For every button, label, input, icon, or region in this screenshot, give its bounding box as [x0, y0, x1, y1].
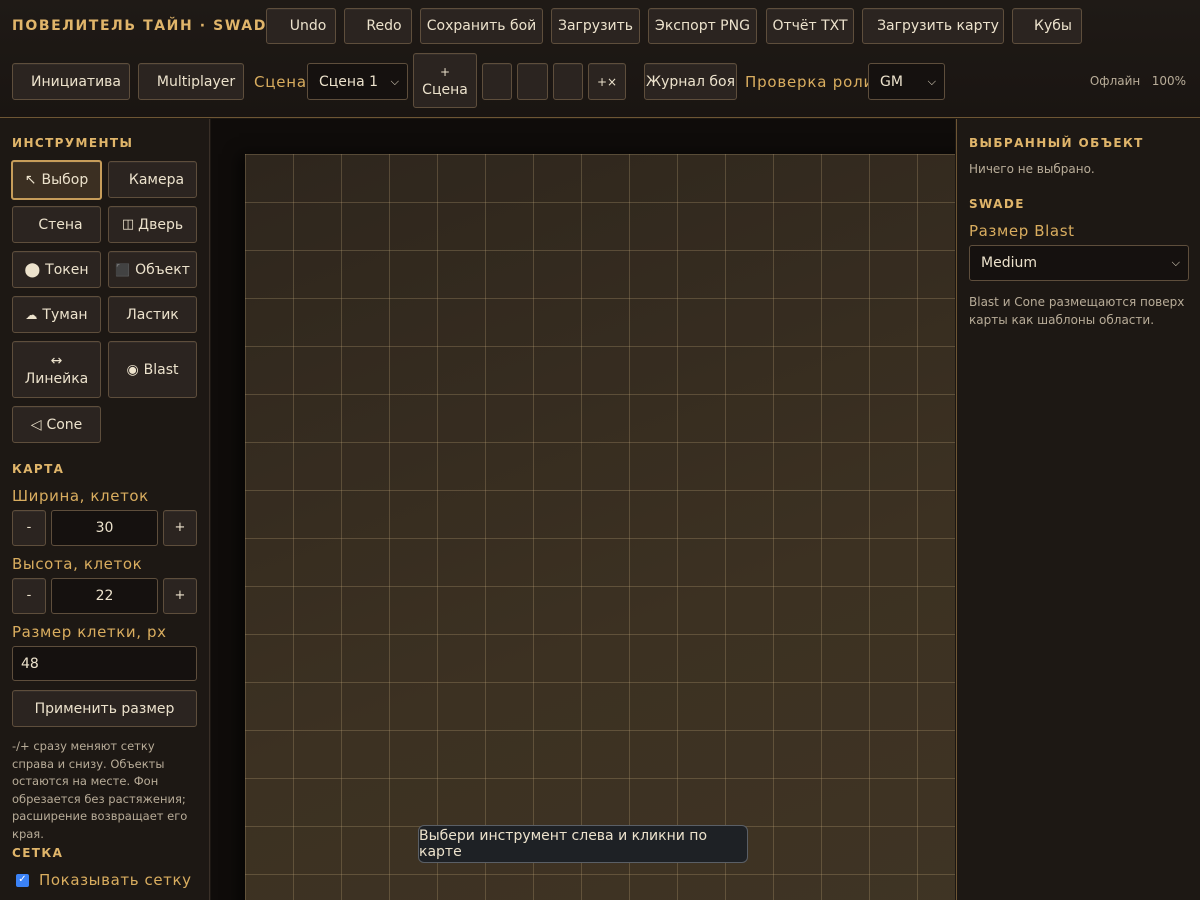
tool-token-button[interactable]: ⬤ Токен [12, 251, 101, 288]
tool-token-label: Токен [45, 261, 89, 278]
tool-object-button[interactable]: ⬛ Объект [108, 251, 197, 288]
tool-cone-label: Cone [46, 416, 83, 433]
scene-slot-button-2[interactable] [517, 63, 548, 100]
scene-slot-button-1[interactable] [482, 63, 512, 100]
chevron-down-icon: ⌵ [1171, 256, 1180, 269]
tool-select-button[interactable]: ↖ Выбор [11, 160, 102, 200]
blast-size-label: Размер Blast [969, 222, 1075, 240]
add-scene-label: Сцена [422, 81, 468, 98]
cloud-icon: ☁ [25, 307, 38, 322]
tool-cone-button[interactable]: ◁ Cone [12, 406, 101, 443]
blast-size-selected-value: Medium [981, 255, 1037, 271]
tool-ruler-button[interactable]: ↔ Линейка [12, 341, 101, 398]
triangle-left-icon: ◁ [30, 416, 42, 433]
selected-object-title: ВЫБРАННЫЙ ОБЪЕКТ [969, 136, 1144, 150]
apply-size-button[interactable]: Применить размер [12, 690, 197, 727]
width-increment-button[interactable]: + [163, 510, 197, 546]
map-size-help: -/+ сразу меняют сетку справа и снизу. О… [12, 739, 188, 841]
show-grid-checkbox[interactable]: ✓ [16, 873, 29, 887]
load-button[interactable]: Загрузить [551, 8, 640, 44]
chevron-down-icon: ⌵ [927, 74, 936, 88]
chevron-down-icon: ⌵ [390, 74, 399, 88]
role-selected-value: GM [880, 73, 903, 90]
height-increment-button[interactable]: + [163, 578, 197, 614]
door-icon: ◫ [121, 216, 135, 232]
load-map-button[interactable]: Загрузить карту [862, 8, 1004, 44]
undo-button[interactable]: Undo [266, 8, 336, 44]
map-width-input[interactable]: 30 [51, 510, 158, 546]
map-height-label: Высота, клеток [12, 555, 143, 573]
tool-eraser-button[interactable]: Ластик [108, 296, 197, 333]
grid-title: СЕТКА [12, 846, 64, 860]
tool-object-label: Объект [135, 261, 190, 278]
plus-icon: + [439, 64, 451, 79]
tool-blast-label: Blast [143, 361, 179, 378]
hint-toast: Выбери инструмент слева и кликни по карт… [418, 825, 748, 863]
show-grid-label: Показывать сетку [39, 871, 192, 889]
scene-select[interactable]: Сцена 1 ⌵ [307, 63, 408, 100]
left-sidebar: ИНСТРУМЕНТЫ ↖ Выбор Камера Стена ◫ Дверь… [0, 119, 210, 900]
scene-label: Сцена [254, 73, 307, 91]
map-canvas-area[interactable]: Выбери инструмент слева и кликни по карт… [211, 119, 955, 900]
width-decrement-button[interactable]: - [12, 510, 46, 546]
cell-size-input[interactable]: 48 [12, 646, 197, 681]
right-sidebar: ВЫБРАННЫЙ ОБЪЕКТ Ничего не выбрано. SWAD… [956, 119, 1200, 900]
scene-slot-button-3[interactable] [553, 63, 583, 100]
ruler-arrows-icon: ↔ [50, 352, 63, 369]
tools-title: ИНСТРУМЕНТЫ [12, 136, 134, 150]
tool-ruler-label: Линейка [24, 370, 89, 387]
circle-icon: ⬤ [24, 261, 41, 278]
swade-title: SWADE [969, 197, 1025, 211]
app-title: ПОВЕЛИТЕЛЬ ТАЙН · SWADE [12, 18, 279, 34]
add-scene-button[interactable]: + Сцена [413, 53, 477, 108]
role-check-label: Проверка роли [745, 73, 875, 91]
target-icon: ◉ [126, 361, 139, 378]
tool-fog-label: Туман [42, 306, 88, 323]
cell-size-label: Размер клетки, px [12, 623, 167, 641]
save-battle-button[interactable]: Сохранить бой [420, 8, 543, 44]
battle-map-grid[interactable] [245, 154, 955, 900]
tool-select-label: Выбор [41, 172, 89, 188]
offline-status-text: Офлайн [1089, 74, 1141, 88]
square-icon: ⬛ [115, 262, 131, 277]
map-width-label: Ширина, клеток [12, 487, 149, 505]
redo-button[interactable]: Redo [344, 8, 412, 44]
export-png-button[interactable]: Экспорт PNG [648, 8, 757, 44]
selection-empty-text: Ничего не выбрано. [969, 162, 1095, 176]
swade-help: Blast и Cone размещаются поверх карты ка… [969, 295, 1185, 327]
tool-door-label: Дверь [138, 216, 184, 233]
height-decrement-button[interactable]: - [12, 578, 46, 614]
tool-fog-button[interactable]: ☁ Туман [12, 296, 101, 333]
multiplayer-button[interactable]: Multiplayer [138, 63, 244, 100]
scene-selected-value: Сцена 1 [319, 73, 379, 90]
show-grid-row[interactable]: ✓ Показывать сетку [16, 871, 192, 889]
tool-camera-button[interactable]: Камера [108, 161, 197, 198]
initiative-button[interactable]: Инициатива [12, 63, 130, 100]
map-height-input[interactable]: 22 [51, 578, 158, 614]
tool-blast-button[interactable]: ◉ Blast [108, 341, 197, 398]
connection-status: Офлайн 100% [1090, 74, 1186, 88]
tool-door-button[interactable]: ◫ Дверь [108, 206, 197, 243]
map-settings-title: КАРТА [12, 462, 65, 476]
blast-size-select[interactable]: Medium ⌵ [969, 245, 1189, 281]
role-select[interactable]: GM ⌵ [868, 63, 945, 100]
report-txt-button[interactable]: Отчёт TXT [766, 8, 854, 44]
cursor-arrow-icon: ↖ [24, 172, 37, 188]
tool-wall-button[interactable]: Стена [12, 206, 101, 243]
dice-button[interactable]: Кубы [1012, 8, 1082, 44]
scene-extra-button[interactable]: +× [588, 63, 626, 100]
battle-log-button[interactable]: Журнал боя [644, 63, 737, 100]
top-toolbar: ПОВЕЛИТЕЛЬ ТАЙН · SWADE Undo Redo Сохран… [0, 0, 1200, 118]
zoom-level: 100% [1151, 74, 1186, 88]
